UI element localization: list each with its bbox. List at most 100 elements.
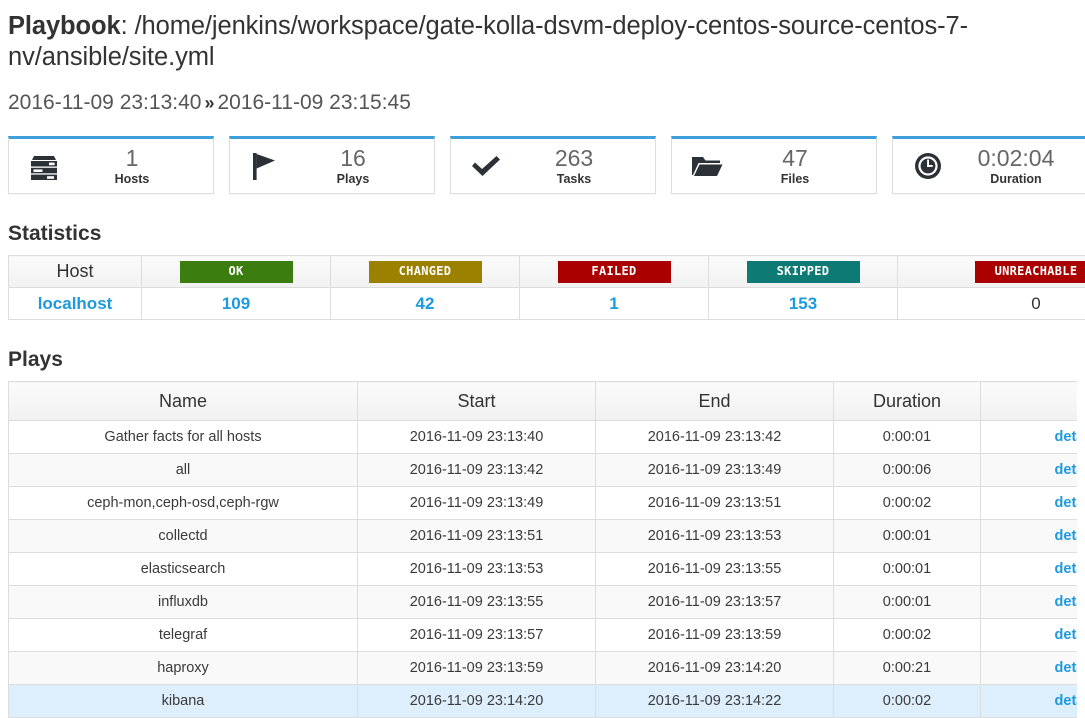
table-row[interactable]: Gather facts for all hosts 2016-11-09 23:… bbox=[9, 421, 1078, 454]
play-end: 2016-11-09 23:13:57 bbox=[596, 586, 834, 619]
status-badge-skipped: SKIPPED bbox=[747, 261, 860, 283]
play-duration: 0:00:02 bbox=[834, 619, 981, 652]
play-details-cell: details bbox=[981, 487, 1078, 520]
play-end: 2016-11-09 23:13:59 bbox=[596, 619, 834, 652]
statistics-col-changed[interactable]: CHANGED bbox=[331, 256, 520, 288]
details-link[interactable]: details bbox=[1055, 660, 1077, 676]
statistics-col-failed[interactable]: FAILED bbox=[520, 256, 709, 288]
play-name: all bbox=[9, 454, 358, 487]
play-end: 2016-11-09 23:13:53 bbox=[596, 520, 834, 553]
play-end: 2016-11-09 23:13:55 bbox=[596, 553, 834, 586]
status-badge-failed: FAILED bbox=[558, 261, 671, 283]
play-duration: 0:00:01 bbox=[834, 520, 981, 553]
failed-count-link[interactable]: 1 bbox=[609, 294, 618, 313]
summary-card-tasks: 263 Tasks bbox=[450, 136, 656, 194]
play-name: Gather facts for all hosts bbox=[9, 421, 358, 454]
changed-count-link[interactable]: 42 bbox=[416, 294, 435, 313]
skipped-count-link[interactable]: 153 bbox=[789, 294, 817, 313]
play-name: ceph-mon,ceph-osd,ceph-rgw bbox=[9, 487, 358, 520]
summary-card-duration-text: 0:02:04 Duration bbox=[951, 146, 1085, 187]
table-row[interactable]: collectd2016-11-09 23:13:512016-11-09 23… bbox=[9, 520, 1078, 553]
summary-card-duration: 0:02:04 Duration bbox=[892, 136, 1085, 194]
table-row[interactable]: elasticsearch2016-11-09 23:13:532016-11-… bbox=[9, 553, 1078, 586]
play-name: elasticsearch bbox=[9, 553, 358, 586]
play-duration: 0:00:01 bbox=[834, 421, 981, 454]
statistics-header-row: Host OK CHANGED FAILED SKIPPED UNREACHAB… bbox=[9, 256, 1085, 288]
ok-count-link[interactable]: 109 bbox=[222, 294, 250, 313]
hosts-value: 1 bbox=[67, 146, 197, 170]
play-name: influxdb bbox=[9, 586, 358, 619]
play-start: 2016-11-09 23:13:55 bbox=[358, 586, 596, 619]
status-badge-unreachable: UNREACHABLE bbox=[975, 261, 1085, 283]
details-link[interactable]: details bbox=[1055, 594, 1077, 610]
statistics-table-head: Host OK CHANGED FAILED SKIPPED UNREACHAB… bbox=[9, 256, 1085, 288]
play-end: 2016-11-09 23:13:49 bbox=[596, 454, 834, 487]
statistics-col-skipped[interactable]: SKIPPED bbox=[709, 256, 898, 288]
playbook-label: Playbook bbox=[8, 12, 121, 40]
details-link[interactable]: details bbox=[1055, 627, 1077, 643]
table-row[interactable]: telegraf2016-11-09 23:13:572016-11-09 23… bbox=[9, 619, 1078, 652]
statistics-heading: Statistics bbox=[8, 194, 1077, 255]
play-duration: 0:00:02 bbox=[834, 685, 981, 718]
details-link[interactable]: details bbox=[1055, 561, 1077, 577]
summary-card-plays-text: 16 Plays bbox=[288, 146, 422, 187]
statistics-cell-skipped: 153 bbox=[709, 288, 898, 320]
play-end: 2016-11-09 23:14:20 bbox=[596, 652, 834, 685]
play-name: telegraf bbox=[9, 619, 358, 652]
plays-col-duration[interactable]: Duration bbox=[834, 382, 981, 421]
play-details-cell: details bbox=[981, 586, 1078, 619]
play-end: 2016-11-09 23:13:42 bbox=[596, 421, 834, 454]
duration-value: 0:02:04 bbox=[951, 146, 1081, 170]
plays-col-start[interactable]: Start bbox=[358, 382, 596, 421]
statistics-table-body: localhost 109 42 1 153 0 bbox=[9, 288, 1085, 320]
details-link[interactable]: details bbox=[1055, 528, 1077, 544]
plays-col-actions bbox=[981, 382, 1078, 421]
table-row: localhost 109 42 1 153 0 bbox=[9, 288, 1085, 320]
summary-card-hosts: 1 Hosts bbox=[8, 136, 214, 194]
play-start: 2016-11-09 23:13:57 bbox=[358, 619, 596, 652]
statistics-col-unreachable[interactable]: UNREACHABLE bbox=[898, 256, 1085, 288]
statistics-cell-host: localhost bbox=[9, 288, 142, 320]
play-start: 2016-11-09 23:13:53 bbox=[358, 553, 596, 586]
table-row[interactable]: kibana2016-11-09 23:14:202016-11-09 23:1… bbox=[9, 685, 1078, 718]
play-details-cell: details bbox=[981, 652, 1078, 685]
statistics-cell-ok: 109 bbox=[142, 288, 331, 320]
clock-icon bbox=[905, 151, 951, 181]
play-start: 2016-11-09 23:14:20 bbox=[358, 685, 596, 718]
plays-table-wrapper: Name Start End Duration Gather facts for… bbox=[8, 381, 1077, 718]
statistics-table: Host OK CHANGED FAILED SKIPPED UNREACHAB… bbox=[8, 255, 1085, 320]
files-value: 47 bbox=[730, 146, 860, 170]
details-link[interactable]: details bbox=[1055, 429, 1077, 445]
table-row[interactable]: all2016-11-09 23:13:422016-11-09 23:13:4… bbox=[9, 454, 1078, 487]
details-link[interactable]: details bbox=[1055, 693, 1077, 709]
details-link[interactable]: details bbox=[1055, 462, 1077, 478]
plays-header-row: Name Start End Duration bbox=[9, 382, 1078, 421]
range-separator-icon: » bbox=[201, 93, 217, 113]
folder-icon bbox=[684, 153, 730, 179]
plays-col-name[interactable]: Name bbox=[9, 382, 358, 421]
details-link[interactable]: details bbox=[1055, 495, 1077, 511]
play-duration: 0:00:01 bbox=[834, 553, 981, 586]
playbook-report-page: Playbook: /home/jenkins/workspace/gate-k… bbox=[0, 0, 1085, 718]
table-row[interactable]: influxdb2016-11-09 23:13:552016-11-09 23… bbox=[9, 586, 1078, 619]
play-details-cell: details bbox=[981, 685, 1078, 718]
play-start: 2016-11-09 23:13:59 bbox=[358, 652, 596, 685]
play-end: 2016-11-09 23:13:51 bbox=[596, 487, 834, 520]
statistics-cell-changed: 42 bbox=[331, 288, 520, 320]
table-row[interactable]: haproxy2016-11-09 23:13:592016-11-09 23:… bbox=[9, 652, 1078, 685]
play-details-cell: details bbox=[981, 520, 1078, 553]
plays-table-body: Gather facts for all hosts2016-11-09 23:… bbox=[9, 421, 1078, 718]
statistics-col-ok[interactable]: OK bbox=[142, 256, 331, 288]
play-duration: 0:00:02 bbox=[834, 487, 981, 520]
table-row[interactable]: ceph-mon,ceph-osd,ceph-rgw2016-11-09 23:… bbox=[9, 487, 1078, 520]
playbook-time-range: 2016-11-09 23:13:40»2016-11-09 23:15:45 bbox=[8, 73, 1077, 116]
status-badge-ok: OK bbox=[180, 261, 293, 283]
host-link-localhost[interactable]: localhost bbox=[38, 294, 113, 313]
server-icon bbox=[21, 152, 67, 180]
playbook-label-separator: : bbox=[121, 12, 135, 40]
plays-col-end[interactable]: End bbox=[596, 382, 834, 421]
play-start: 2016-11-09 23:13:49 bbox=[358, 487, 596, 520]
statistics-col-host[interactable]: Host bbox=[9, 256, 142, 288]
summary-card-tasks-text: 263 Tasks bbox=[509, 146, 643, 187]
statistics-cell-failed: 1 bbox=[520, 288, 709, 320]
